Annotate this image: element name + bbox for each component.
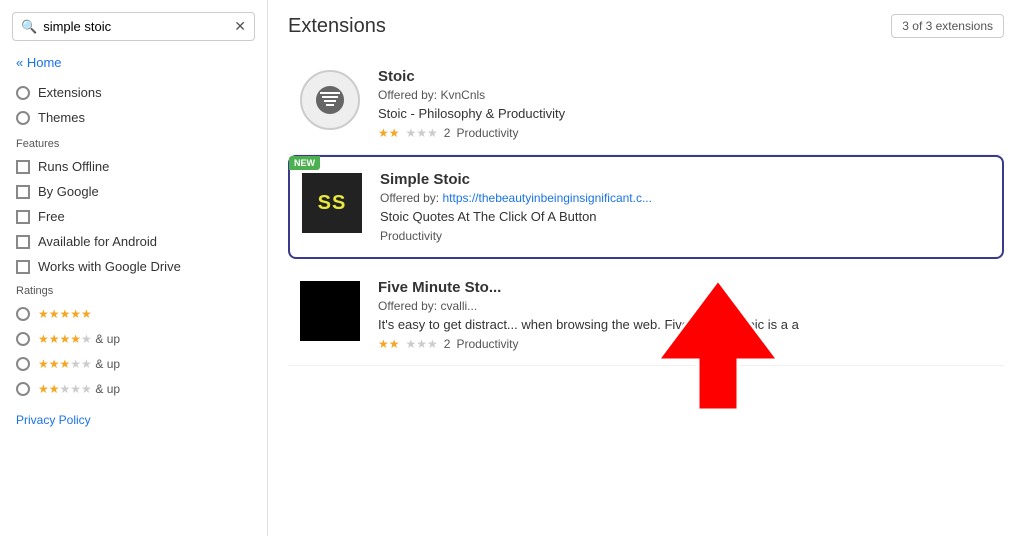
- checkbox-free: [16, 210, 30, 224]
- checkbox-available-android: [16, 235, 30, 249]
- stars-4: ★★★★★ & up: [38, 331, 120, 346]
- sidebar-item-rating-3[interactable]: ★★★★★ & up: [0, 351, 267, 376]
- sidebar-item-free[interactable]: Free: [0, 204, 267, 229]
- features-label: Features: [16, 138, 251, 150]
- ss-name: Simple Stoic: [380, 171, 992, 188]
- five-min-icon: [300, 281, 360, 341]
- five-min-offered: Offered by: cvalli...: [378, 299, 994, 313]
- sidebar-item-themes[interactable]: Themes: [0, 105, 267, 130]
- ext-card-five-min[interactable]: Five Minute Sto... Offered by: cvalli...…: [288, 265, 1004, 366]
- five-min-name: Five Minute Sto...: [378, 279, 994, 296]
- sidebar-item-rating-4[interactable]: ★★★★★ & up: [0, 326, 267, 351]
- extensions-count-badge: 3 of 3 extensions: [891, 14, 1004, 38]
- label-runs-offline: Runs Offline: [38, 159, 109, 174]
- main-header: Extensions 3 of 3 extensions: [288, 14, 1004, 38]
- search-bar: 🔍 ✕: [12, 12, 255, 41]
- ext-card-stoic[interactable]: Stoic Offered by: KvnCnls Stoic - Philos…: [288, 54, 1004, 155]
- sidebar-item-rating-2[interactable]: ★★★★★ & up: [0, 376, 267, 401]
- home-link[interactable]: « Home: [16, 55, 251, 70]
- stars-2: ★★★★★ & up: [38, 381, 120, 396]
- radio-rating-3: [16, 357, 30, 371]
- sidebar-item-available-android[interactable]: Available for Android: [0, 229, 267, 254]
- stoic-offered: Offered by: KvnCnls: [378, 88, 994, 102]
- ss-info: Simple Stoic Offered by: https://thebeau…: [380, 171, 992, 243]
- type-section: Extensions Themes: [0, 80, 267, 130]
- extensions-label: Extensions: [38, 85, 102, 100]
- label-available-android: Available for Android: [38, 234, 157, 249]
- ss-offered-link[interactable]: https://thebeautyinbeinginsignificant.c.…: [443, 191, 652, 205]
- ss-category: Productivity: [380, 229, 442, 243]
- label-works-google-drive: Works with Google Drive: [38, 259, 181, 274]
- stoic-icon-wrap: [298, 68, 362, 132]
- search-input[interactable]: [43, 19, 228, 34]
- sidebar-item-by-google[interactable]: By Google: [0, 179, 267, 204]
- stoic-meta: ★★★★★ 2 Productivity: [378, 126, 994, 140]
- five-min-star-count: 2: [444, 337, 451, 351]
- five-min-offered-by: cvalli...: [441, 299, 478, 313]
- label-by-google: By Google: [38, 184, 99, 199]
- new-badge: NEW: [289, 156, 320, 170]
- five-min-category: Productivity: [456, 337, 518, 351]
- radio-rating-2: [16, 382, 30, 396]
- close-icon[interactable]: ✕: [234, 18, 246, 35]
- stoic-name: Stoic: [378, 68, 994, 85]
- five-min-meta: ★★★★★ 2 Productivity: [378, 337, 994, 351]
- stars-3: ★★★★★ & up: [38, 356, 120, 371]
- checkbox-works-google-drive: [16, 260, 30, 274]
- ss-meta: Productivity: [380, 229, 992, 243]
- label-free: Free: [38, 209, 65, 224]
- radio-rating-5: [16, 307, 30, 321]
- stoic-category: Productivity: [456, 126, 518, 140]
- radio-rating-4: [16, 332, 30, 346]
- ss-offered: Offered by: https://thebeautyinbeinginsi…: [380, 191, 992, 205]
- stoic-icon: [300, 70, 360, 130]
- five-min-info: Five Minute Sto... Offered by: cvalli...…: [378, 279, 994, 351]
- stoic-desc: Stoic - Philosophy & Productivity: [378, 106, 994, 121]
- stars-5: ★★★★★: [38, 306, 92, 321]
- ss-icon-wrap: SS: [300, 171, 364, 235]
- main-content: Extensions 3 of 3 extensions Stoic Offer…: [268, 0, 1024, 536]
- ratings-label: Ratings: [16, 285, 251, 297]
- stoic-offered-by: KvnCnls: [441, 88, 486, 102]
- sidebar-item-rating-5[interactable]: ★★★★★: [0, 301, 267, 326]
- sidebar-item-extensions[interactable]: Extensions: [0, 80, 267, 105]
- stoic-stars: ★★: [378, 126, 400, 140]
- five-min-stars: ★★: [378, 337, 400, 351]
- page-title: Extensions: [288, 15, 386, 38]
- themes-label: Themes: [38, 110, 85, 125]
- checkbox-by-google: [16, 185, 30, 199]
- sidebar-item-works-google-drive[interactable]: Works with Google Drive: [0, 254, 267, 279]
- sidebar: 🔍 ✕ « Home Extensions Themes Features Ru…: [0, 0, 268, 536]
- radio-extensions: [16, 86, 30, 100]
- stoic-star-count: 2: [444, 126, 451, 140]
- search-icon: 🔍: [21, 19, 37, 35]
- radio-themes: [16, 111, 30, 125]
- five-min-icon-wrap: [298, 279, 362, 343]
- checkbox-runs-offline: [16, 160, 30, 174]
- ss-icon: SS: [302, 173, 362, 233]
- ss-desc: Stoic Quotes At The Click Of A Button: [380, 209, 992, 224]
- ext-card-simple-stoic[interactable]: NEW SS Simple Stoic Offered by: https://…: [288, 155, 1004, 259]
- privacy-policy-link[interactable]: Privacy Policy: [16, 413, 251, 427]
- stoic-info: Stoic Offered by: KvnCnls Stoic - Philos…: [378, 68, 994, 140]
- sidebar-item-runs-offline[interactable]: Runs Offline: [0, 154, 267, 179]
- five-min-desc: It's easy to get distract... when browsi…: [378, 317, 994, 332]
